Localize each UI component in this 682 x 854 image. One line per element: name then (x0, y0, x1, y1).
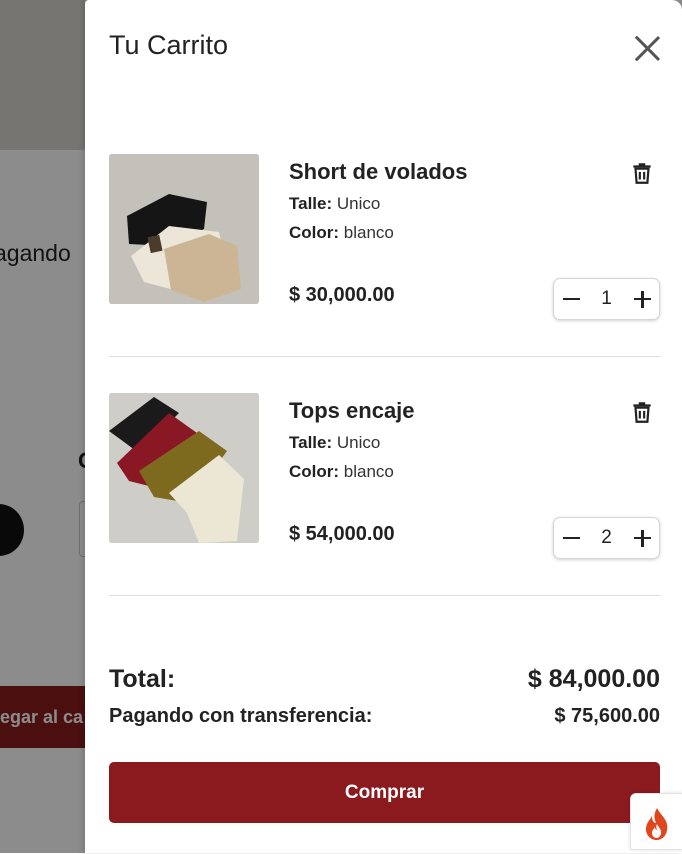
trash-icon[interactable] (629, 160, 655, 186)
quantity-value: 2 (601, 527, 612, 548)
cart-item: Short de volados Talle: Unico Color: bla… (109, 154, 660, 334)
color-value: blanco (343, 462, 394, 481)
plus-icon[interactable] (625, 518, 659, 558)
quantity-stepper: 2 (553, 517, 660, 559)
quantity-value: 1 (601, 288, 612, 309)
divider (109, 595, 660, 596)
buy-button[interactable]: Comprar (109, 762, 660, 823)
item-name: Tops encaje (289, 398, 415, 423)
total-value: $ 84,000.00 (527, 665, 660, 693)
fire-badge-button[interactable] (630, 793, 682, 850)
total-label: Total: (109, 665, 176, 693)
product-image (109, 154, 259, 304)
divider (109, 356, 660, 357)
cart-drawer: Tu Carrito Short de volados Talle: Unico… (85, 0, 682, 853)
minus-icon[interactable] (554, 518, 588, 558)
item-price: $ 30,000.00 (289, 284, 395, 306)
size-value: Unico (336, 433, 381, 452)
plus-icon[interactable] (625, 279, 659, 319)
item-color: Color: blanco (289, 223, 394, 243)
transfer-value: $ 75,600.00 (554, 705, 660, 727)
product-image (109, 393, 259, 543)
cart-title: Tu Carrito (109, 30, 229, 60)
size-label: Talle: (289, 433, 333, 452)
item-name: Short de volados (289, 159, 468, 184)
quantity-stepper: 1 (553, 278, 660, 320)
color-value: blanco (343, 223, 394, 242)
close-icon[interactable] (633, 34, 661, 62)
item-size: Talle: Unico (289, 433, 380, 453)
size-value: Unico (336, 194, 381, 213)
transfer-label: Pagando con transferencia: (109, 705, 373, 727)
item-color: Color: blanco (289, 462, 394, 482)
color-label: Color: (289, 462, 340, 481)
size-label: Talle: (289, 194, 333, 213)
cart-item: Tops encaje Talle: Unico Color: blanco $… (109, 393, 660, 573)
item-price: $ 54,000.00 (289, 523, 395, 545)
minus-icon[interactable] (554, 279, 588, 319)
color-label: Color: (289, 223, 340, 242)
fire-icon (646, 808, 668, 840)
item-size: Talle: Unico (289, 194, 380, 214)
trash-icon[interactable] (629, 399, 655, 425)
